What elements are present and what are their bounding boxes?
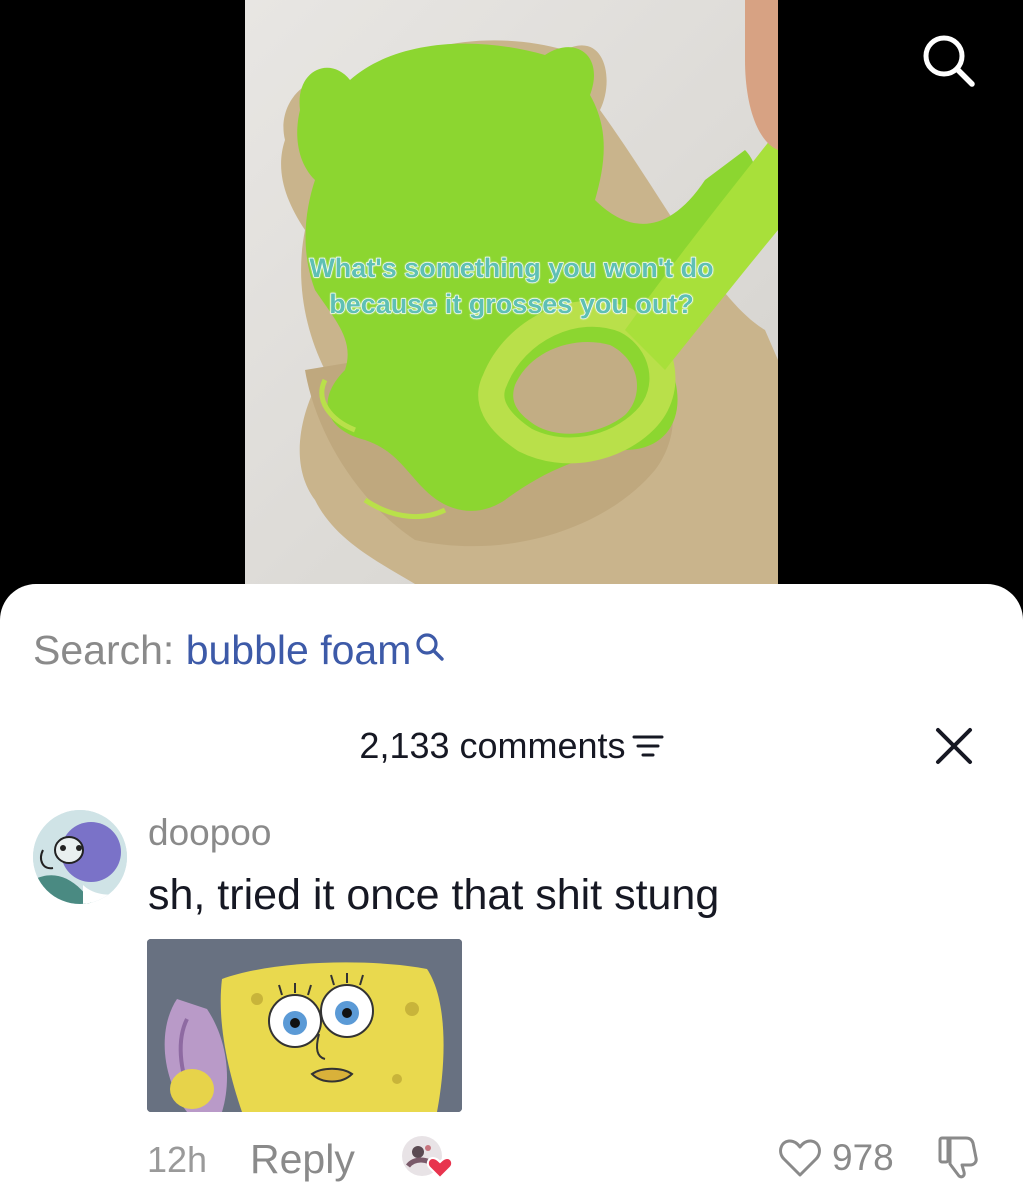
creator-liked-badge-icon bbox=[402, 1136, 454, 1180]
comments-header: 2,133 comments bbox=[0, 722, 1023, 770]
comment-image[interactable] bbox=[147, 939, 462, 1112]
filter-icon[interactable] bbox=[632, 732, 664, 760]
search-icon[interactable] bbox=[918, 30, 978, 90]
heart-outline-icon[interactable] bbox=[778, 1138, 822, 1178]
search-term-link[interactable]: bubble foam bbox=[186, 627, 412, 673]
comment-timestamp: 12h bbox=[147, 1139, 208, 1180]
search-suggestion[interactable]: Search: bubble foam bbox=[33, 622, 447, 678]
video-caption-line-2: because it grosses you out? bbox=[329, 288, 695, 319]
comments-count: 2,133 comments bbox=[359, 725, 626, 766]
search-icon[interactable] bbox=[413, 630, 447, 664]
thumbs-down-icon[interactable] bbox=[936, 1134, 982, 1180]
video-caption-line-1: What's something you won't do bbox=[309, 252, 715, 283]
video-caption: What's something you won't do because it… bbox=[245, 250, 778, 322]
close-icon[interactable] bbox=[934, 726, 974, 766]
cartoon-avatar-image bbox=[33, 810, 127, 904]
reply-button[interactable]: Reply bbox=[250, 1133, 355, 1185]
avatar[interactable] bbox=[33, 810, 127, 904]
comment-username[interactable]: doopoo bbox=[148, 808, 271, 858]
spongebob-reaction-image bbox=[147, 939, 462, 1112]
like-count: 978 bbox=[832, 1137, 894, 1178]
video-frame[interactable]: What's something you won't do because it… bbox=[245, 0, 778, 584]
comment-text: sh, tried it once that shit stung bbox=[148, 871, 720, 919]
video-player[interactable]: What's something you won't do because it… bbox=[0, 0, 1023, 640]
search-prefix: Search: bbox=[33, 627, 186, 673]
